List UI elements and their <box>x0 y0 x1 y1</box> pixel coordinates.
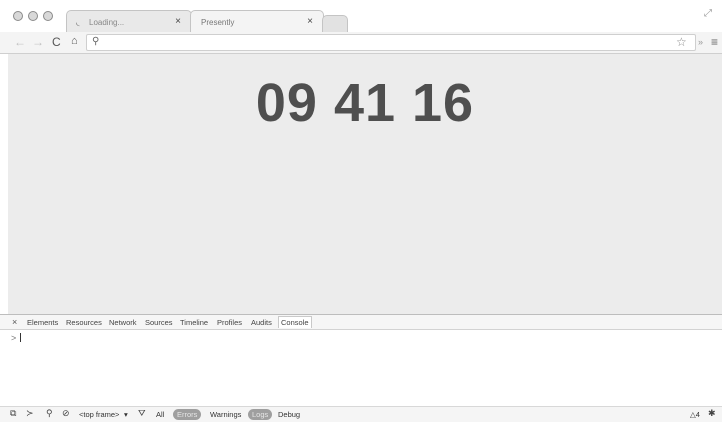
window-minimize-button[interactable] <box>28 11 38 21</box>
tab-console[interactable]: Console <box>278 316 312 328</box>
clear-console-icon[interactable]: ⊘ <box>62 408 70 419</box>
loading-spinner-icon: ◟ <box>76 17 80 27</box>
search-icon[interactable]: ⚲ <box>46 408 53 419</box>
reload-icon[interactable]: C <box>52 35 61 49</box>
tab-loading[interactable]: ◟ Loading... × <box>66 10 192 32</box>
filter-debug[interactable]: Debug <box>278 410 300 419</box>
fullscreen-icon[interactable]: ⤢ <box>704 8 712 19</box>
bookmark-star-icon[interactable]: ☆ <box>676 35 687 49</box>
filter-icon[interactable]: ⛛ <box>138 408 146 419</box>
devtools-status-bar: ⧉ ≻ ⚲ ⊘ <top frame> ▾ ⛛ All Errors Warni… <box>0 406 722 422</box>
warning-count-badge[interactable]: △4 <box>690 410 700 419</box>
clock-display: 09 41 16 <box>255 73 475 133</box>
tab-network[interactable]: Network <box>109 318 137 327</box>
tab-sources[interactable]: Sources <box>145 318 173 327</box>
devtools-tab-bar: × Elements Resources Network Sources Tim… <box>0 314 722 330</box>
settings-gear-icon[interactable]: ✱ <box>708 408 716 419</box>
console-prompt: > <box>11 333 17 343</box>
devtools-panel: × Elements Resources Network Sources Tim… <box>0 314 722 422</box>
filter-logs[interactable]: Logs <box>248 409 273 420</box>
menu-icon[interactable]: ≡ <box>711 35 718 49</box>
page-viewport: 09 41 16 <box>8 54 722 314</box>
address-bar[interactable]: ⚲ <box>86 34 696 51</box>
tab-title: Loading... <box>89 18 125 27</box>
dock-side-icon[interactable]: ⧉ <box>10 408 16 419</box>
filter-warnings[interactable]: Warnings <box>210 410 241 419</box>
new-tab-button[interactable] <box>322 15 348 32</box>
tab-resources[interactable]: Resources <box>66 318 102 327</box>
browser-toolbar: ← → C ⌂ ⚲ ☆ » ≡ <box>0 32 722 54</box>
back-arrow-icon[interactable]: ← <box>14 35 26 49</box>
frame-dropdown-arrow-icon[interactable]: ▾ <box>124 410 128 419</box>
filter-errors[interactable]: Errors <box>173 409 202 420</box>
frame-selector[interactable]: <top frame> <box>79 410 119 419</box>
tab-audits[interactable]: Audits <box>251 318 272 327</box>
search-icon: ⚲ <box>92 36 100 47</box>
tab-timeline[interactable]: Timeline <box>180 318 208 327</box>
tab-strip: ◟ Loading... × Presently × ⤢ <box>0 0 722 32</box>
show-drawer-icon[interactable]: ≻ <box>26 408 34 419</box>
tab-title: Presently <box>201 18 235 27</box>
console-input-caret[interactable] <box>20 333 21 342</box>
window-zoom-button[interactable] <box>43 11 53 21</box>
tab-profiles[interactable]: Profiles <box>217 318 242 327</box>
forward-arrow-icon[interactable]: → <box>32 35 44 49</box>
extensions-overflow-icon[interactable]: » <box>698 37 703 47</box>
tab-elements[interactable]: Elements <box>27 318 58 327</box>
devtools-close-icon[interactable]: × <box>12 317 17 327</box>
tab-close-icon[interactable]: × <box>307 16 313 27</box>
tab-presently[interactable]: Presently × <box>190 10 324 32</box>
window-close-button[interactable] <box>13 11 23 21</box>
home-icon[interactable]: ⌂ <box>71 35 78 47</box>
tab-close-icon[interactable]: × <box>175 16 181 27</box>
warning-count: 4 <box>695 410 700 419</box>
filter-all[interactable]: All <box>156 410 164 419</box>
